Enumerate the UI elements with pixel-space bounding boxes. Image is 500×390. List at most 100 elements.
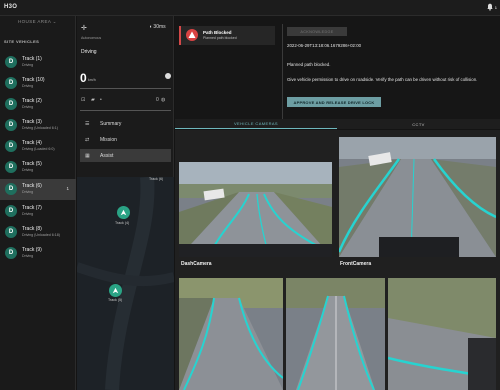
alert-title: Path Blocked: [203, 30, 232, 35]
tab-vehicle-cameras[interactable]: VEHICLE CAMERAS: [175, 119, 337, 129]
lock-icon: ⊡: [81, 97, 86, 103]
menu-label: Summary: [100, 120, 122, 127]
vehicle-marker[interactable]: [109, 284, 122, 297]
vehicle-status: Driving: [22, 105, 34, 109]
vehicle-avatar: D: [5, 247, 17, 259]
vehicle-avatar: D: [5, 226, 17, 238]
vehicle-name: Track (2): [22, 98, 42, 104]
divider: [80, 110, 171, 111]
vehicle-name: Track (4): [22, 140, 42, 146]
right-camera-feed[interactable]: [388, 278, 496, 390]
vehicle-status: Driving: [22, 63, 34, 67]
camera-label: DashCamera: [181, 261, 212, 267]
area-selector[interactable]: HOUSE AREA ⌄: [18, 19, 57, 25]
vehicle-status-icons: ⊡ ▰ • 0 ◍: [81, 97, 171, 105]
map-vehicle-label: Track (4): [115, 221, 130, 225]
chevron-down-icon: ⌄: [52, 19, 57, 24]
calendar-icon: ▦: [85, 152, 90, 159]
vehicle-item[interactable]: D Track (3) Driving (Unloaded 6:1): [0, 115, 76, 136]
rear-camera-feed[interactable]: [286, 278, 385, 390]
front-camera-feed[interactable]: [339, 137, 496, 257]
side-camera-feed[interactable]: [179, 278, 283, 390]
dot-icon: •: [100, 97, 102, 103]
section-title: SITE VEHICLES: [4, 39, 40, 44]
vehicle-avatar: D: [5, 205, 17, 217]
signal-icon: ◖: [149, 24, 153, 30]
vehicle-item[interactable]: D Track (9) Driving: [0, 243, 76, 264]
speed-unit: km/h: [88, 78, 96, 82]
alert-panel: Path Blocked Planned path blocked ACKNOW…: [175, 16, 500, 128]
vehicle-status: Driving (Unloaded 6:1): [22, 126, 58, 130]
vehicle-avatar: D: [5, 77, 17, 89]
vehicle-avatar: D: [5, 56, 17, 68]
menu-label: Mission: [100, 136, 117, 143]
camera-label: FrontCamera: [340, 261, 372, 267]
alert-card[interactable]: Path Blocked Planned path blocked: [179, 26, 275, 45]
move-icon[interactable]: ✛: [81, 24, 87, 32]
vehicle-status: Driving: [22, 168, 34, 172]
vehicle-sidebar: HOUSE AREA ⌄ SITE VEHICLES D Track (1) Dri…: [0, 16, 76, 390]
warning-icon: [186, 29, 198, 41]
vehicle-marker[interactable]: [117, 206, 130, 219]
gear-icon: ◍: [161, 97, 166, 103]
route-icon: ⇄: [85, 136, 90, 143]
vehicle-name: Track (1): [22, 56, 42, 62]
truck-icon: ▰: [91, 97, 95, 103]
vehicle-item[interactable]: D Track (7) Driving: [0, 201, 76, 222]
tab-cctv[interactable]: CCTV: [337, 119, 500, 129]
vehicle-mode: Autonomous: [81, 36, 102, 40]
site-map[interactable]: Track (6) Track (4) Track (5): [77, 177, 174, 390]
map-vehicle-label: Track (6): [149, 177, 164, 181]
vehicle-state: Driving: [81, 49, 97, 55]
vehicle-alert-count: 1: [66, 186, 69, 191]
menu-assist[interactable]: ▦ Assist: [80, 149, 171, 162]
acknowledge-button[interactable]: ACKNOWLEDGE: [287, 27, 347, 36]
vehicle-name: Track (6): [22, 183, 42, 189]
menu-label: Assist: [100, 152, 114, 159]
app-brand: H3O: [4, 4, 18, 10]
approve-release-button[interactable]: APPROVE AND RELEASE DRIVE LOCK: [287, 97, 381, 107]
top-bar: H3O 1: [0, 0, 500, 16]
vehicle-name: Track (3): [22, 119, 42, 125]
area-title: HOUSE AREA: [18, 19, 52, 24]
camera-grid: DashCamera FrontCamera: [175, 130, 500, 390]
dash-camera-feed[interactable]: [179, 162, 332, 257]
vehicle-name: Track (5): [22, 161, 42, 167]
latency-value: 30ms: [153, 24, 166, 30]
map-vehicle-label: Track (5): [108, 298, 123, 302]
alert-timestamp: 2022-06-29T13:18:06.1679286+02:00: [287, 43, 362, 48]
alert-instruction: Give vehicle permission to drive on road…: [287, 77, 478, 82]
alert-subtitle: Planned path blocked: [203, 36, 237, 40]
alert-message: Planned path blocked.: [287, 62, 331, 67]
vehicle-avatar: D: [5, 98, 17, 110]
vehicle-item[interactable]: D Track (5) Driving: [0, 157, 76, 178]
menu-mission[interactable]: ⇄ Mission: [80, 133, 171, 146]
bell-icon[interactable]: [486, 3, 494, 13]
vehicle-avatar: D: [5, 161, 17, 173]
camera-tabs: VEHICLE CAMERAS CCTV: [175, 119, 500, 129]
vehicle-name: Track (8): [22, 226, 42, 232]
vehicle-item[interactable]: D Track (2) Driving: [0, 94, 76, 115]
divider: [282, 24, 283, 124]
list-icon: ☰: [85, 120, 90, 127]
vehicle-avatar: D: [5, 119, 17, 131]
vehicle-avatar: D: [5, 140, 17, 152]
vehicle-item[interactable]: D Track (10) Driving: [0, 73, 76, 94]
vehicle-status: Driving: [22, 190, 34, 194]
latency-indicator: ◖ 30ms: [149, 24, 166, 30]
vehicle-status: Driving (Unloaded 6:18): [22, 233, 60, 237]
vehicle-name: Track (9): [22, 247, 42, 253]
vehicle-item[interactable]: D Track (1) Driving: [0, 52, 76, 73]
speed-limit-icon: [165, 73, 171, 79]
divider: [80, 88, 171, 89]
vehicle-item-selected[interactable]: D Track (6) Driving 1: [0, 179, 76, 200]
vehicle-status: Driving (Loaded 6:0): [22, 147, 55, 151]
menu-summary[interactable]: ☰ Summary: [80, 117, 171, 130]
vehicle-item[interactable]: D Track (4) Driving (Loaded 6:0): [0, 136, 76, 157]
vehicle-status: Driving: [22, 212, 34, 216]
vehicle-status: Driving: [22, 84, 34, 88]
notification-count: 1: [494, 5, 497, 10]
vehicle-avatar: D: [5, 183, 17, 195]
vehicle-item[interactable]: D Track (8) Driving (Unloaded 6:18): [0, 222, 76, 243]
vehicle-name: Track (7): [22, 205, 42, 211]
